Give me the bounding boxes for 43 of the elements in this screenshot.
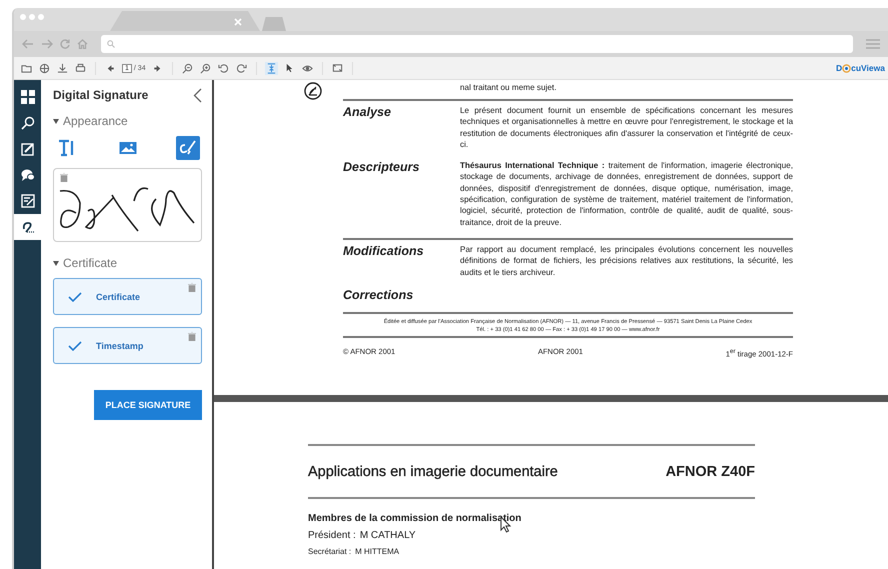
certificate-label: Certificate [96, 292, 140, 302]
section-toggle[interactable]: Certificate [53, 256, 202, 270]
trash-icon[interactable] [188, 283, 196, 292]
trash-icon[interactable] [60, 173, 68, 182]
collapse-icon[interactable] [193, 88, 202, 102]
document-code: AFNOR Z40F [666, 464, 755, 480]
rotate-right-icon[interactable] [234, 62, 248, 74]
body-text: Thésaurus International Technique : traitement de l'information, imagerie électronique, stockage de documents, archivage de données, enregistrement de données, support de données, dispositif d'enregistrement de données, disque optique, numérisation, image, spécification, configuration de système de traitement, matériel traitement de l'information, logiciel, sécurité, protection de l'information, contrôle de qualité, audit de qualité, sous-traitance, droit de la preuve. [460, 160, 793, 228]
globe-icon[interactable] [38, 62, 51, 74]
certificate-card[interactable]: Timestamp [53, 327, 202, 364]
app-logo: D cuViewa [836, 63, 885, 73]
body-text: Le présent document fournit un ensemble de spécifications concernant les mesures techniques et organisationnelles à mettre en œuvre pour l'enregistrement, le stockage et la restitution de documents électroniques afin d'assurer la conservation et l'intégrité de ceux-ci. [460, 105, 793, 150]
address-field[interactable] [101, 35, 853, 53]
section-heading: Modifications [343, 244, 425, 260]
logo-icon [842, 64, 852, 72]
section-heading: Analyse [343, 105, 392, 121]
member-name: M CATHALY [360, 530, 416, 541]
document-title: Applications en imagerie documentaire [308, 464, 558, 480]
member-role: Secrétariat : [308, 547, 352, 556]
zoom-in-icon[interactable] [198, 62, 212, 74]
section-heading: Descripteurs [343, 160, 420, 176]
search-icon [107, 40, 115, 48]
screen-icon[interactable] [330, 62, 344, 74]
member-name: M HITTEMA [355, 547, 400, 556]
fit-icon[interactable] [264, 62, 278, 74]
zoom-out-icon[interactable] [180, 62, 194, 74]
certificate-card[interactable]: Certificate [53, 278, 202, 315]
section-heading: Corrections [343, 288, 414, 302]
trash-icon[interactable] [188, 332, 196, 341]
section-toggle[interactable]: Appearance [53, 114, 202, 128]
certificate-label: Timestamp [96, 340, 144, 350]
signature-icon[interactable] [14, 214, 41, 240]
place-signature-button[interactable]: PLACE SIGNATURE [94, 390, 202, 420]
signature-pad[interactable] [53, 168, 202, 242]
body-text: Par rapport au document remplacé, les principales évolutions concernent les nouvelles définitions de format de fichiers, les précisions relatives aux restitutions, la sécurité, les audits et le tiers archiveur. [460, 244, 793, 278]
draw-signature-icon[interactable] [176, 136, 200, 160]
print-icon[interactable] [74, 62, 87, 74]
body-text: nal traitant ou meme sujet. [459, 82, 558, 94]
seal-icon [304, 82, 322, 100]
download-icon[interactable] [56, 62, 69, 74]
member-role: Président : [308, 530, 356, 541]
rotate-left-icon[interactable] [216, 62, 230, 74]
panel-title: Digital Signature [53, 88, 148, 102]
